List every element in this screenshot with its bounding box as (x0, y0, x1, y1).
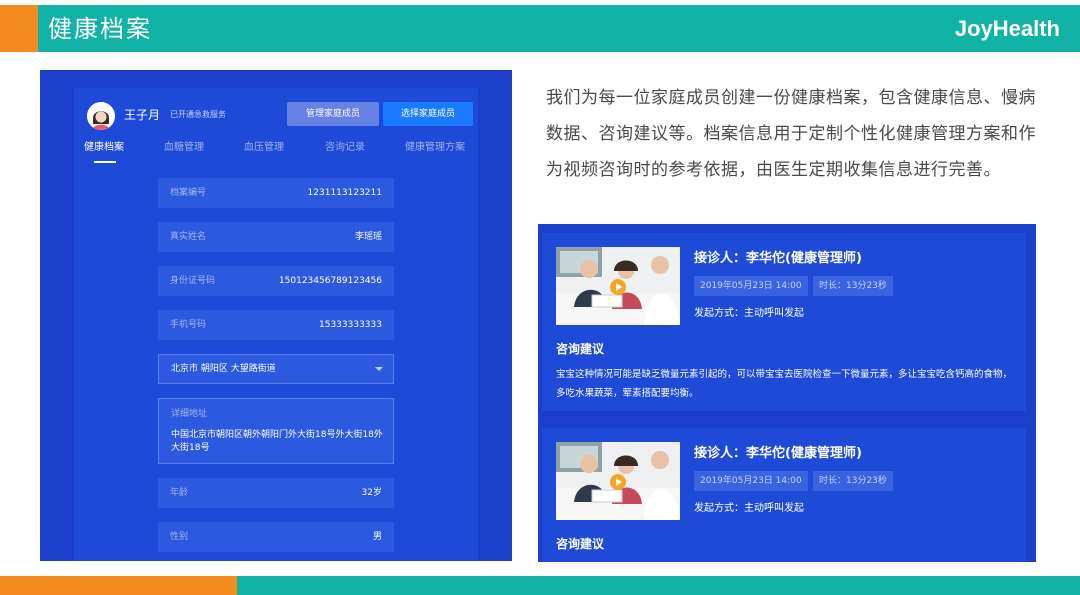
health-record-app: 王子月 已开通急救服务 管理家庭成员 选择家庭成员 健康档案 血糖管理 血压管理… (40, 70, 512, 561)
video-thumbnail[interactable] (556, 442, 680, 520)
tab-bar: 健康档案 血糖管理 血压管理 咨询记录 健康管理方案 (74, 140, 478, 164)
avatar[interactable] (87, 102, 115, 130)
field-value: 15333333333 (319, 320, 382, 330)
initiation-method: 发起方式：主动呼叫发起 (694, 308, 804, 319)
field-value: 男 (372, 532, 382, 542)
play-icon[interactable] (610, 474, 626, 490)
tab-blood-pressure[interactable]: 血压管理 (244, 140, 284, 156)
slide: 健康档案 JoyHealth 王子月 已开通急救服务 管理家庭成员 选择家庭成员… (0, 0, 1080, 595)
footer-orange-bar (0, 576, 237, 595)
field-label: 性别 (170, 532, 189, 542)
footer-teal-bar (237, 576, 1080, 595)
initiation-method: 发起方式：主动呼叫发起 (694, 503, 804, 514)
address-field[interactable]: 详细地址 中国北京市朝阳区朝外朝阳门外大街18号外大街18外大街18号 (158, 398, 394, 464)
consult-date-badge: 2019年05月23日 14:00 (694, 471, 808, 491)
record-number-field[interactable]: 档案编号 1231113123211 (158, 178, 394, 208)
gender-field[interactable]: 性别 男 (158, 522, 394, 552)
real-name-field[interactable]: 真实姓名 李瑶瑶 (158, 222, 394, 252)
page-title: 健康档案 (48, 15, 152, 43)
field-value: 150123456789123456 (278, 276, 382, 286)
region-value: 北京市 朝阳区 大望路街道 (171, 364, 276, 374)
consultation-card[interactable]: 接诊人：李华佗(健康管理师) 2019年05月23日 14:00 时长：13分2… (542, 428, 1026, 562)
header-bar (38, 5, 1080, 52)
user-name: 王子月 (124, 108, 161, 122)
feature-description: 我们为每一位家庭成员创建一份健康档案，包含健康信息、慢病数据、咨询建议等。档案信… (546, 88, 1036, 180)
age-field[interactable]: 年龄 32岁 (158, 478, 394, 508)
field-value: 李瑶瑶 (354, 232, 382, 242)
phone-field[interactable]: 手机号码 15333333333 (158, 310, 394, 340)
field-label: 详细地址 (171, 409, 208, 419)
consultation-card[interactable]: 接诊人：李华佗(健康管理师) 2019年05月23日 14:00 时长：13分2… (542, 233, 1026, 411)
video-thumbnail[interactable] (556, 247, 680, 325)
tab-consult-records[interactable]: 咨询记录 (325, 140, 365, 156)
doctor-name: 接诊人：李华佗(健康管理师) (694, 446, 862, 461)
advice-text: 宝宝这种情况可能是缺乏微量元素引起的，可以带宝宝去医院检查一下微量元素，多让宝宝… (556, 369, 1013, 399)
manage-family-button[interactable]: 管理家庭成员 (287, 102, 379, 126)
field-label: 身份证号码 (170, 276, 216, 286)
id-number-field[interactable]: 身份证号码 150123456789123456 (158, 266, 394, 296)
chevron-down-icon (375, 367, 383, 371)
consult-duration-badge: 时长：13分23秒 (813, 276, 893, 296)
play-icon[interactable] (610, 279, 626, 295)
advice-title: 咨询建议 (556, 342, 605, 356)
app-content: 王子月 已开通急救服务 管理家庭成员 选择家庭成员 健康档案 血糖管理 血压管理… (74, 88, 478, 561)
tab-health-record[interactable]: 健康档案 (84, 140, 124, 156)
emergency-service-status: 已开通急救服务 (170, 110, 226, 119)
field-label: 档案编号 (170, 188, 207, 198)
field-value: 32岁 (361, 488, 382, 498)
select-family-button[interactable]: 选择家庭成员 (383, 102, 473, 126)
brand-logo: JoyHealth (954, 16, 1060, 41)
region-select[interactable]: 北京市 朝阳区 大望路街道 (158, 354, 394, 384)
consult-duration-badge: 时长：13分23秒 (813, 471, 893, 491)
doctor-name: 接诊人：李华佗(健康管理师) (694, 251, 862, 266)
header-orange-block (0, 5, 38, 52)
field-label: 手机号码 (170, 320, 207, 330)
field-value: 1231113123211 (307, 188, 382, 198)
consult-date-badge: 2019年05月23日 14:00 (694, 276, 808, 296)
avatar-icon (87, 102, 115, 130)
tab-health-plan[interactable]: 健康管理方案 (405, 140, 465, 156)
address-value: 中国北京市朝阳区朝外朝阳门外大街18号外大街18外大街18号 (171, 430, 383, 453)
advice-title: 咨询建议 (556, 537, 605, 551)
consultation-records-panel: 接诊人：李华佗(健康管理师) 2019年05月23日 14:00 时长：13分2… (538, 224, 1036, 562)
tab-blood-sugar[interactable]: 血糖管理 (164, 140, 204, 156)
field-label: 年龄 (170, 488, 189, 498)
active-tab-indicator (94, 161, 116, 163)
field-label: 真实姓名 (170, 232, 207, 242)
